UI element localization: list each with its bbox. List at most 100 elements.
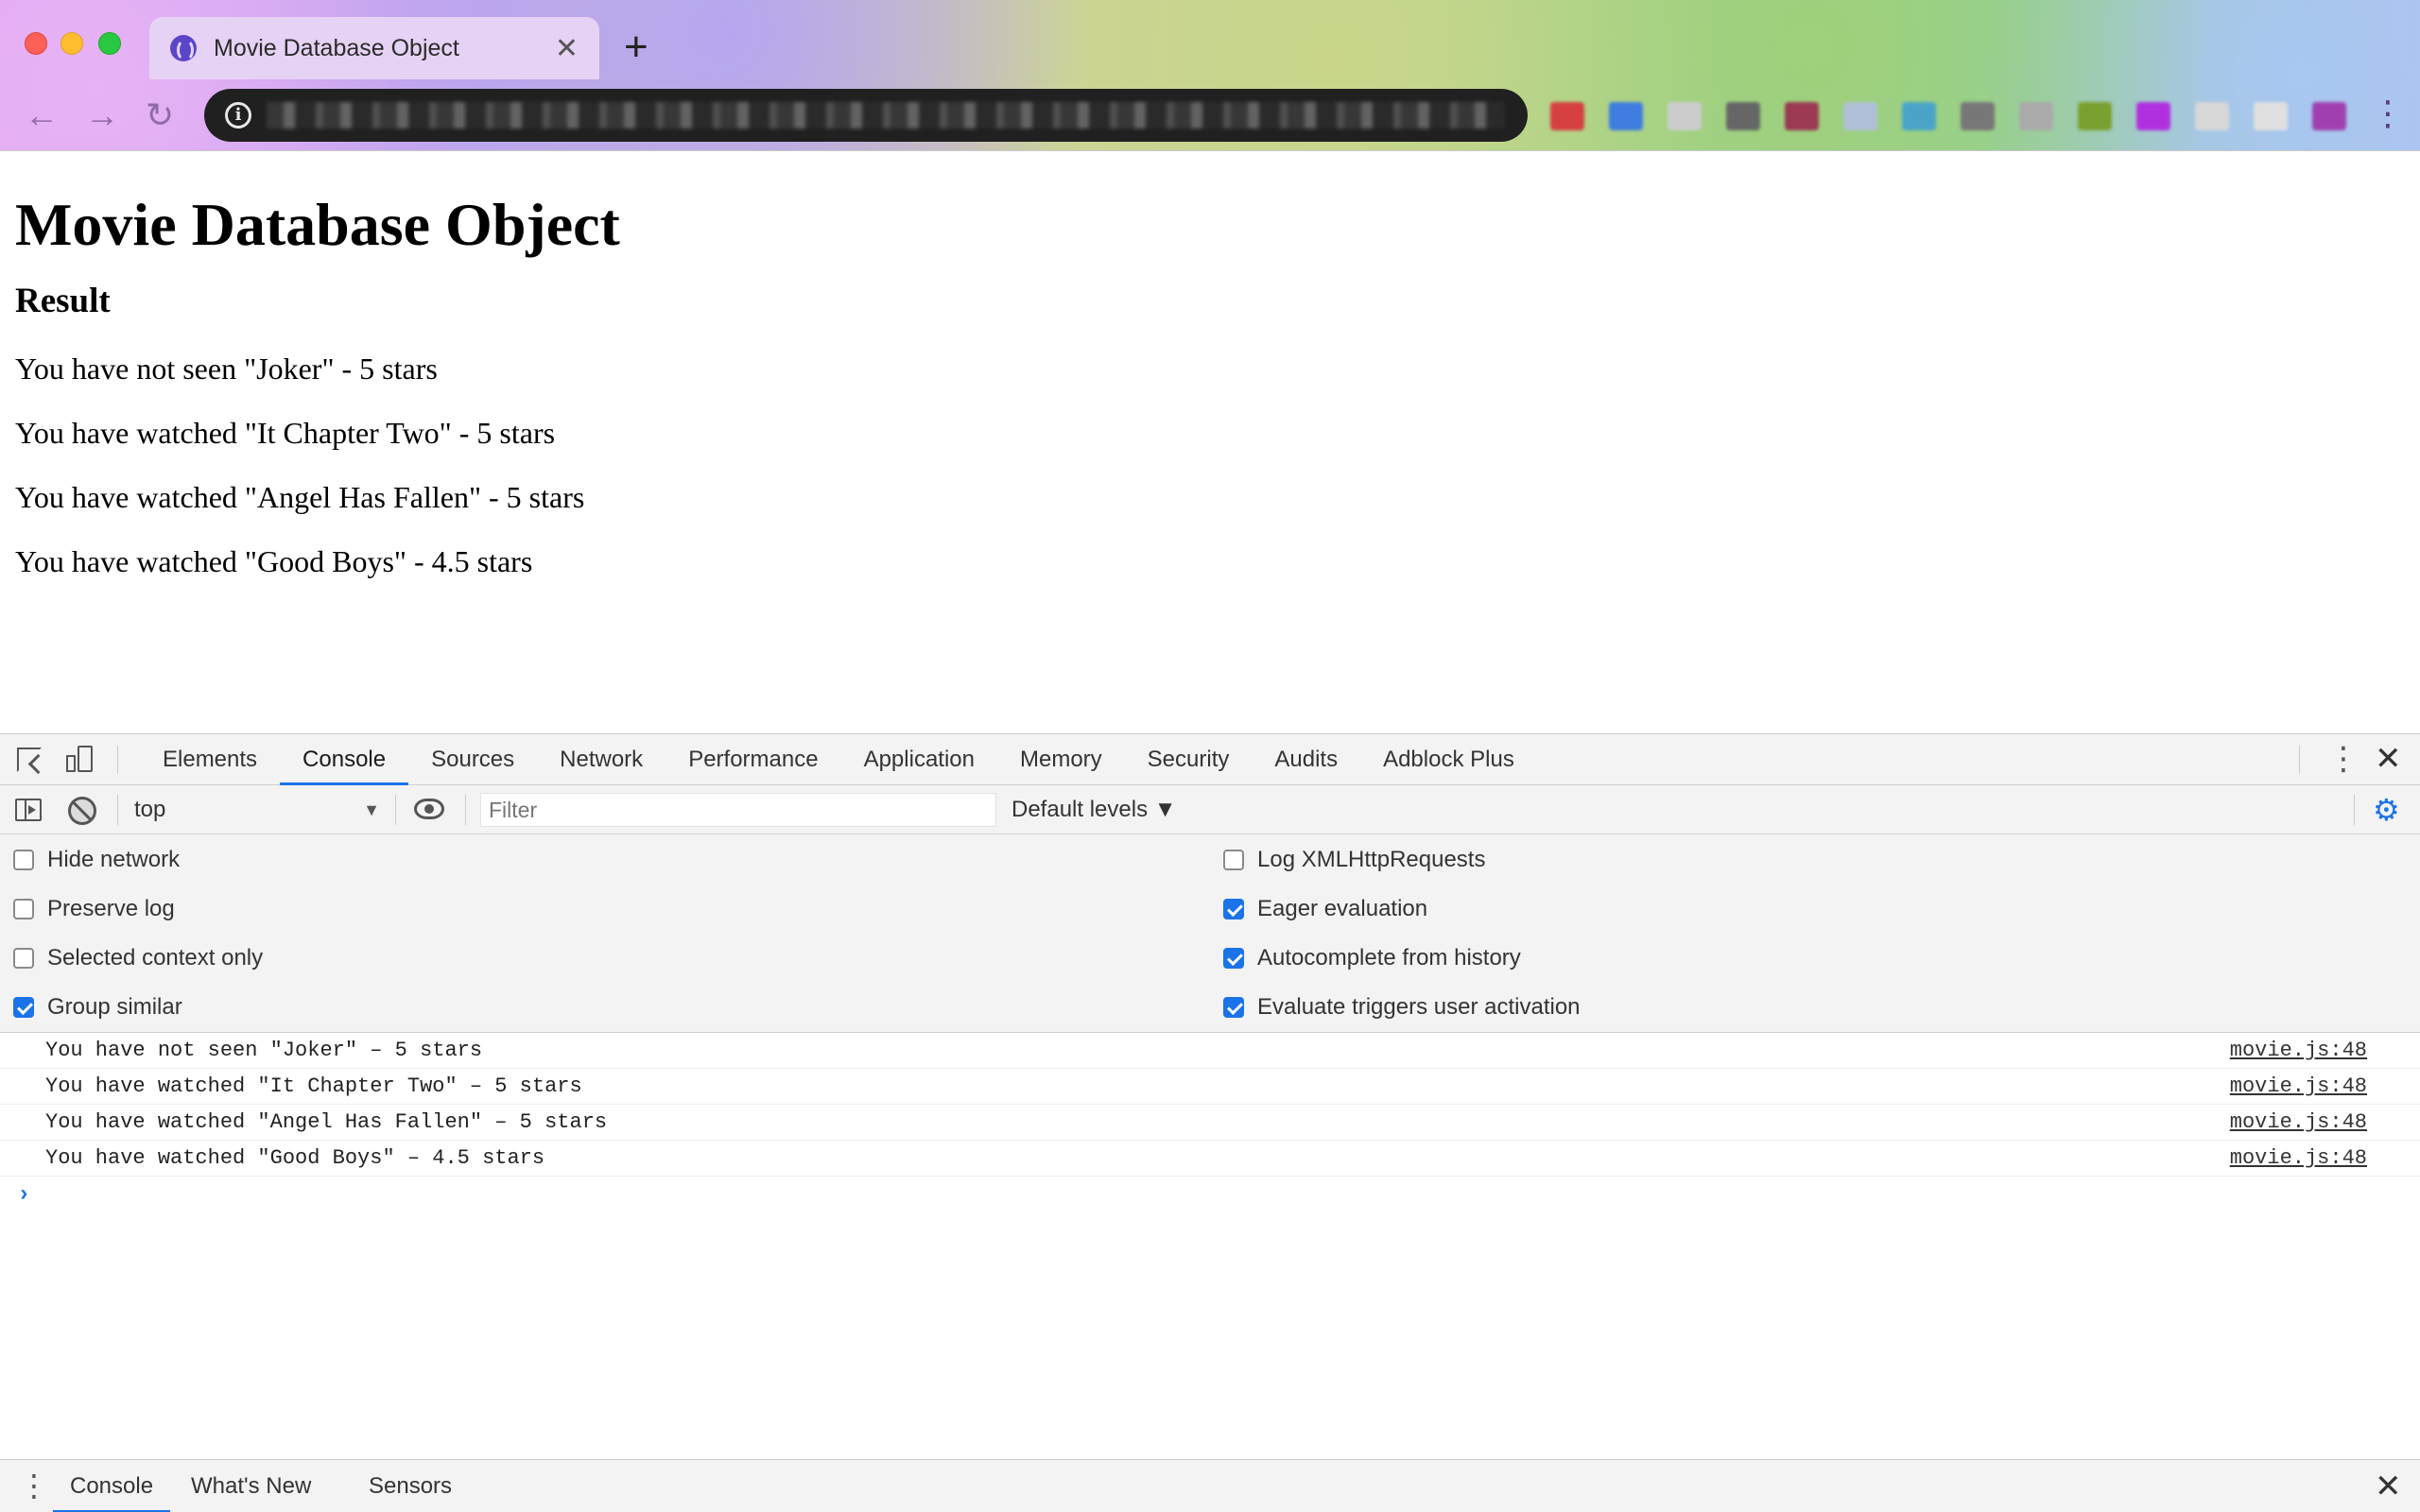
checkbox-checked[interactable] xyxy=(1223,948,1244,969)
console-log-row: You have not seen "Joker" – 5 stars movi… xyxy=(0,1033,2420,1069)
console-message: You have watched "It Chapter Two" – 5 st… xyxy=(45,1074,582,1098)
tab-memory[interactable]: Memory xyxy=(997,734,1125,785)
setting-label: Eager evaluation xyxy=(1257,896,1428,921)
setting-group-similar[interactable]: Group similar xyxy=(13,993,182,1022)
device-toolbar-icon[interactable] xyxy=(66,746,95,774)
inspect-element-icon[interactable] xyxy=(17,747,42,772)
checkbox[interactable] xyxy=(13,899,34,919)
result-line: You have watched "Angel Has Fallen" - 5 … xyxy=(15,480,585,514)
clear-console-icon[interactable] xyxy=(68,797,96,825)
source-link[interactable]: movie.js:48 xyxy=(2230,1033,2367,1069)
drawer-menu-icon[interactable]: ⋮ xyxy=(19,1469,49,1502)
drawer-tab-whats-new[interactable]: What's New xyxy=(174,1460,328,1512)
window-close-button[interactable] xyxy=(25,32,47,55)
browser-chrome: Movie Database Object ✕ + ← → ↻ i ⋮ xyxy=(0,0,2420,151)
extension-icon[interactable] xyxy=(1902,102,1936,130)
tab-security[interactable]: Security xyxy=(1125,734,1253,785)
filter-input[interactable] xyxy=(480,793,996,827)
setting-hide-network[interactable]: Hide network xyxy=(13,846,180,874)
setting-eager-evaluation[interactable]: Eager evaluation xyxy=(1223,895,1427,923)
devtools-tabbar: Elements Console Sources Network Perform… xyxy=(0,734,2420,785)
source-link[interactable]: movie.js:48 xyxy=(2230,1141,2367,1177)
setting-preserve-log[interactable]: Preserve log xyxy=(13,895,175,923)
extension-icon[interactable] xyxy=(1785,102,1819,130)
show-sidebar-icon[interactable] xyxy=(15,799,42,821)
tab-elements[interactable]: Elements xyxy=(140,734,280,785)
window-minimize-button[interactable] xyxy=(60,32,83,55)
devtools-close-icon[interactable]: ✕ xyxy=(2375,742,2402,776)
console-log-row: You have watched "Good Boys" – 4.5 stars… xyxy=(0,1141,2420,1177)
extension-icon[interactable] xyxy=(1668,102,1702,130)
context-selector[interactable]: top ▼ xyxy=(134,793,384,827)
setting-label: Log XMLHttpRequests xyxy=(1257,847,1486,872)
tab-application[interactable]: Application xyxy=(841,734,997,785)
result-heading: Result xyxy=(15,282,111,320)
devtools-tab-list: Elements Console Sources Network Perform… xyxy=(140,734,1537,785)
setting-evaluate-triggers-user-activation[interactable]: Evaluate triggers user activation xyxy=(1223,993,1581,1022)
extension-icon[interactable] xyxy=(2078,102,2112,130)
console-log-row: You have watched "It Chapter Two" – 5 st… xyxy=(0,1069,2420,1105)
checkbox[interactable] xyxy=(13,948,34,969)
tab-sources[interactable]: Sources xyxy=(408,734,537,785)
extension-icon[interactable] xyxy=(1961,102,1995,130)
browser-menu-button[interactable]: ⋮ xyxy=(2371,96,2405,130)
devtools-menu-icon[interactable]: ⋮ xyxy=(2327,742,2360,776)
extension-icon[interactable] xyxy=(2136,102,2170,130)
extension-icon[interactable] xyxy=(1609,102,1643,130)
extension-icon[interactable] xyxy=(1843,102,1877,130)
tab-performance[interactable]: Performance xyxy=(666,734,840,785)
setting-autocomplete-from-history[interactable]: Autocomplete from history xyxy=(1223,944,1521,972)
setting-label: Preserve log xyxy=(47,896,175,921)
devtools-drawer: ⋮ Console What's New Sensors ✕ xyxy=(0,1459,2420,1512)
context-selector-value: top xyxy=(134,797,166,822)
console-toolbar: top ▼ Default levels ▼ ⚙ xyxy=(0,785,2420,834)
tab-title: Movie Database Object xyxy=(214,34,459,61)
close-icon[interactable]: ✕ xyxy=(555,32,579,65)
result-line: You have not seen "Joker" - 5 stars xyxy=(15,352,438,386)
window-maximize-button[interactable] xyxy=(98,32,121,55)
console-settings-gear-icon[interactable]: ⚙ xyxy=(2373,795,2400,825)
divider xyxy=(395,795,396,825)
checkbox-checked[interactable] xyxy=(1223,997,1244,1018)
new-tab-button[interactable]: + xyxy=(624,26,648,68)
address-bar[interactable]: i xyxy=(204,89,1528,142)
forward-button[interactable]: → xyxy=(85,98,119,132)
setting-selected-context-only[interactable]: Selected context only xyxy=(13,944,263,972)
extension-icon[interactable] xyxy=(2312,102,2346,130)
back-button[interactable]: ← xyxy=(25,98,59,132)
console-message: You have watched "Angel Has Fallen" – 5 … xyxy=(45,1110,608,1134)
drawer-tab-sensors[interactable]: Sensors xyxy=(352,1460,469,1512)
reload-button[interactable]: ↻ xyxy=(146,98,174,132)
divider xyxy=(465,795,466,825)
extension-icon[interactable] xyxy=(2019,102,2053,130)
extension-icon[interactable] xyxy=(1726,102,1760,130)
extension-icon[interactable] xyxy=(2254,102,2288,130)
console-message: You have watched "Good Boys" – 4.5 stars xyxy=(45,1146,545,1170)
log-levels-dropdown[interactable]: Default levels ▼ xyxy=(1011,793,1177,827)
page-content: Movie Database Object Result You have no… xyxy=(15,151,2405,732)
source-link[interactable]: movie.js:48 xyxy=(2230,1069,2367,1105)
checkbox-checked[interactable] xyxy=(13,997,34,1018)
checkbox-checked[interactable] xyxy=(1223,899,1244,919)
extensions-toolbar xyxy=(1550,102,2346,130)
extension-icon[interactable] xyxy=(1550,102,1584,130)
console-prompt[interactable]: › xyxy=(0,1177,2420,1214)
source-link[interactable]: movie.js:48 xyxy=(2230,1105,2367,1141)
tab-adblock-plus[interactable]: Adblock Plus xyxy=(1360,734,1537,785)
divider xyxy=(117,795,118,825)
tab-network[interactable]: Network xyxy=(537,734,666,785)
setting-label: Selected context only xyxy=(47,945,264,971)
setting-log-xmlhttprequests[interactable]: Log XMLHttpRequests xyxy=(1223,846,1485,874)
checkbox[interactable] xyxy=(1223,850,1244,870)
drawer-tab-console[interactable]: Console xyxy=(53,1460,171,1512)
extension-icon[interactable] xyxy=(2195,102,2229,130)
drawer-close-icon[interactable]: ✕ xyxy=(2375,1469,2402,1503)
checkbox[interactable] xyxy=(13,850,34,870)
live-expression-eye-icon[interactable] xyxy=(414,799,444,819)
browser-tab[interactable]: Movie Database Object ✕ xyxy=(149,17,599,79)
divider xyxy=(2354,795,2355,825)
info-icon[interactable]: i xyxy=(225,102,251,129)
devtools-panel: Elements Console Sources Network Perform… xyxy=(0,733,2420,1512)
tab-console[interactable]: Console xyxy=(280,734,409,785)
tab-audits[interactable]: Audits xyxy=(1252,734,1360,785)
